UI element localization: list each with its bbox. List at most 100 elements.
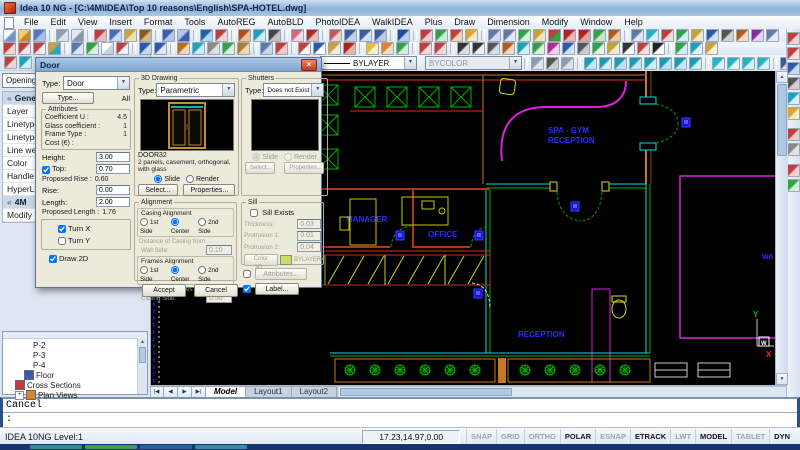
leader-tool-icon[interactable] — [502, 42, 515, 55]
distance-icon[interactable] — [691, 29, 704, 42]
room-label[interactable]: RECEPTION — [548, 136, 595, 145]
dropdown-arrow-icon[interactable]: ▼ — [222, 84, 234, 96]
text-red-icon[interactable] — [298, 42, 311, 55]
window-tool-icon[interactable] — [192, 42, 205, 55]
open-folder-icon[interactable] — [18, 29, 31, 42]
linetype-manager-icon[interactable] — [253, 29, 266, 42]
room-label[interactable]: SPA - GYM — [548, 126, 589, 135]
tree-item-floor[interactable]: Floor — [3, 370, 147, 380]
paste-icon[interactable] — [124, 29, 137, 42]
menu-autobld[interactable]: AutoBLD — [261, 16, 309, 29]
render-settings-icon[interactable] — [676, 29, 689, 42]
opening-tool-icon[interactable] — [207, 42, 220, 55]
menu-plus[interactable]: Plus — [419, 16, 449, 29]
markup-icon[interactable] — [306, 29, 319, 42]
dropdown-arrow-icon[interactable]: ▼ — [404, 57, 416, 69]
boundary-hatch-icon[interactable] — [637, 42, 650, 55]
building-new-icon[interactable] — [3, 42, 16, 55]
menu-edit[interactable]: Edit — [45, 16, 73, 29]
copy-icon[interactable] — [109, 29, 122, 42]
line-tool-icon[interactable] — [457, 42, 470, 55]
scroll-up-icon[interactable]: ▲ — [776, 71, 788, 83]
slide-radio[interactable] — [154, 175, 162, 183]
toggle-polar[interactable]: POLAR — [560, 429, 595, 444]
linetype-combo[interactable]: BYLAYER ▼ — [320, 56, 417, 70]
spline-tool-icon[interactable] — [577, 42, 590, 55]
camera-view-icon[interactable] — [742, 57, 755, 70]
rectangle-tool-icon[interactable] — [532, 42, 545, 55]
benches[interactable] — [655, 363, 730, 377]
frames-2nd-radio[interactable] — [198, 266, 206, 274]
tree-hscrollbar[interactable] — [3, 332, 147, 339]
render-view-icon[interactable] — [675, 42, 688, 55]
toggle-lwt[interactable]: LWT — [670, 429, 695, 444]
zoom-window-icon[interactable] — [359, 29, 372, 42]
planters[interactable] — [330, 353, 650, 383]
view-right-icon[interactable] — [629, 57, 642, 70]
pan-icon[interactable] — [329, 29, 342, 42]
toggle-grid[interactable]: GRID — [496, 429, 524, 444]
zoom-realtime-icon[interactable] — [344, 29, 357, 42]
options-icon[interactable] — [766, 29, 779, 42]
redline-icon[interactable] — [420, 29, 433, 42]
dropdown-arrow-icon[interactable]: ▼ — [117, 77, 129, 89]
building-levels-icon[interactable] — [33, 42, 46, 55]
refresh-properties-icon[interactable] — [19, 56, 32, 69]
select-filter-icon[interactable] — [787, 143, 800, 156]
group-tool-icon[interactable] — [787, 179, 800, 192]
materials-icon[interactable] — [690, 42, 703, 55]
wc-stall[interactable] — [592, 289, 626, 383]
scroll-thumb[interactable] — [340, 388, 512, 396]
frames-1st-radio[interactable] — [140, 266, 148, 274]
multiline-tool-icon[interactable] — [487, 42, 500, 55]
plot-style-icon[interactable] — [531, 57, 544, 70]
shade-mode-icon[interactable] — [757, 57, 770, 70]
length-input[interactable] — [96, 197, 130, 207]
collapse-icon[interactable]: « — [7, 196, 12, 208]
view-front-icon[interactable] — [599, 57, 612, 70]
annotate-icon[interactable] — [787, 128, 800, 141]
layer-states-icon[interactable] — [533, 29, 546, 42]
canvas-vscrollbar[interactable]: ▲ ▼ — [775, 71, 788, 385]
menu-modify[interactable]: Modify — [536, 16, 575, 29]
casing-2nd-radio[interactable] — [198, 218, 206, 226]
tree-item-p-3[interactable]: P-3 — [3, 350, 147, 360]
measure-icon[interactable] — [435, 29, 448, 42]
view-left-icon[interactable] — [614, 57, 627, 70]
save-icon[interactable] — [33, 29, 46, 42]
toggle-tablet[interactable]: TABLET — [731, 429, 769, 444]
walkway-curve[interactable] — [501, 81, 626, 161]
pencil-yellow-icon[interactable] — [366, 42, 379, 55]
quick-calc-icon[interactable] — [721, 29, 734, 42]
color-combo[interactable]: BYCOLOR ▼ — [425, 56, 522, 70]
turn-y-checkbox[interactable] — [58, 237, 66, 245]
plot-icon[interactable] — [56, 29, 69, 42]
alert-down-icon[interactable] — [465, 29, 478, 42]
label-checkbox[interactable] — [243, 285, 251, 293]
script-icon[interactable] — [736, 29, 749, 42]
menu-dimension[interactable]: Dimension — [481, 16, 536, 29]
text-a-icon[interactable] — [652, 42, 665, 55]
menu-insert[interactable]: Insert — [103, 16, 138, 29]
door-tool-icon[interactable] — [177, 42, 190, 55]
angle-tool-icon[interactable] — [593, 29, 606, 42]
layer-manager-icon[interactable] — [518, 29, 531, 42]
accept-button[interactable]: Accept — [142, 284, 186, 297]
sill-exists-checkbox[interactable] — [250, 209, 258, 217]
color-control-icon[interactable] — [548, 29, 561, 42]
slab-tool-icon[interactable] — [260, 42, 273, 55]
grid-settings-icon[interactable] — [503, 29, 516, 42]
orbit-3d-icon[interactable] — [646, 29, 659, 42]
stairs-tool-icon[interactable] — [237, 42, 250, 55]
building-edit-icon[interactable] — [18, 42, 31, 55]
wall-tool-icon[interactable] — [139, 42, 152, 55]
close-icon[interactable]: × — [301, 59, 317, 71]
dropdown-arrow-icon[interactable]: ▼ — [509, 57, 521, 69]
sheet-icon[interactable] — [101, 42, 114, 55]
office-desk[interactable] — [402, 197, 448, 225]
command-prompt[interactable]: : — [3, 413, 797, 427]
clipboard-icon[interactable] — [328, 42, 341, 55]
dimension-style-icon[interactable] — [396, 42, 409, 55]
top-input[interactable] — [96, 164, 130, 174]
wall-edit-icon[interactable] — [154, 42, 167, 55]
